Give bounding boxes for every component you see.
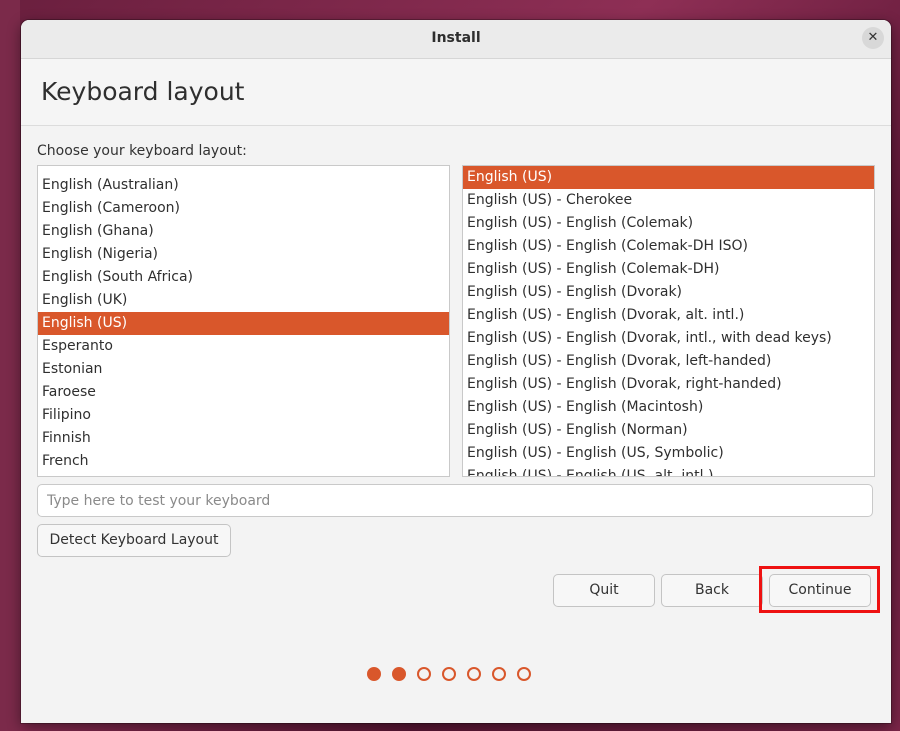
list-item[interactable]: English (US) - English (Dvorak, right-ha…	[463, 373, 874, 396]
list-item-partial	[38, 166, 449, 174]
list-item[interactable]: English (US) - English (Macintosh)	[463, 396, 874, 419]
back-button[interactable]: Back	[661, 574, 763, 607]
list-item[interactable]: English (South Africa)	[38, 266, 449, 289]
title-bar: Install ✕	[21, 20, 891, 59]
list-item[interactable]: English (US)	[463, 166, 874, 189]
progress-dot	[492, 667, 506, 681]
list-item[interactable]: English (Nigeria)	[38, 243, 449, 266]
page-header: Keyboard layout	[21, 59, 891, 126]
progress-dot	[417, 667, 431, 681]
list-item[interactable]: English (US) - English (Norman)	[463, 419, 874, 442]
list-item[interactable]: English (US) - English (US, alt. intl.)	[463, 465, 874, 476]
list-item[interactable]: English (US) - English (Colemak)	[463, 212, 874, 235]
list-item[interactable]: English (Ghana)	[38, 220, 449, 243]
list-item[interactable]: Finnish	[38, 427, 449, 450]
quit-button[interactable]: Quit	[553, 574, 655, 607]
list-item[interactable]: English (US)	[38, 312, 449, 335]
keyboard-test-input[interactable]	[37, 484, 873, 517]
progress-dot	[392, 667, 406, 681]
list-item[interactable]: Estonian	[38, 358, 449, 381]
progress-dot	[367, 667, 381, 681]
list-item[interactable]: Faroese	[38, 381, 449, 404]
detect-keyboard-layout-button[interactable]: Detect Keyboard Layout	[37, 524, 231, 557]
list-item[interactable]: Esperanto	[38, 335, 449, 358]
list-item[interactable]: English (Cameroon)	[38, 197, 449, 220]
progress-dots	[367, 667, 542, 683]
continue-highlight-box	[759, 566, 880, 613]
window-title: Install	[431, 30, 481, 46]
list-item[interactable]: French	[38, 450, 449, 473]
choose-layout-label: Choose your keyboard layout:	[37, 143, 247, 159]
list-item[interactable]: English (US) - English (Dvorak, intl., w…	[463, 327, 874, 350]
layout-list[interactable]: English (Australian) English (Cameroon) En…	[37, 165, 450, 477]
list-item[interactable]: English (US) - English (Dvorak, left-han…	[463, 350, 874, 373]
page-title: Keyboard layout	[41, 77, 245, 106]
variant-list[interactable]: English (US) English (US) - Cherokee Engli…	[462, 165, 875, 477]
progress-dot	[467, 667, 481, 681]
list-item[interactable]: English (UK)	[38, 289, 449, 312]
list-item[interactable]: Filipino	[38, 404, 449, 427]
list-item[interactable]: English (US) - English (US, Symbolic)	[463, 442, 874, 465]
progress-dot	[442, 667, 456, 681]
list-item[interactable]: English (US) - Cherokee	[463, 189, 874, 212]
list-item[interactable]: English (US) - English (Colemak-DH)	[463, 258, 874, 281]
desktop-background	[0, 0, 20, 731]
list-item[interactable]: English (US) - English (Dvorak)	[463, 281, 874, 304]
list-item[interactable]: English (US) - English (Colemak-DH ISO)	[463, 235, 874, 258]
list-item[interactable]: English (US) - English (Dvorak, alt. int…	[463, 304, 874, 327]
close-icon[interactable]: ✕	[862, 27, 884, 49]
list-item[interactable]: English (Australian)	[38, 174, 449, 197]
install-window: Install ✕ Keyboard layout Choose your ke…	[21, 20, 891, 723]
progress-dot	[517, 667, 531, 681]
